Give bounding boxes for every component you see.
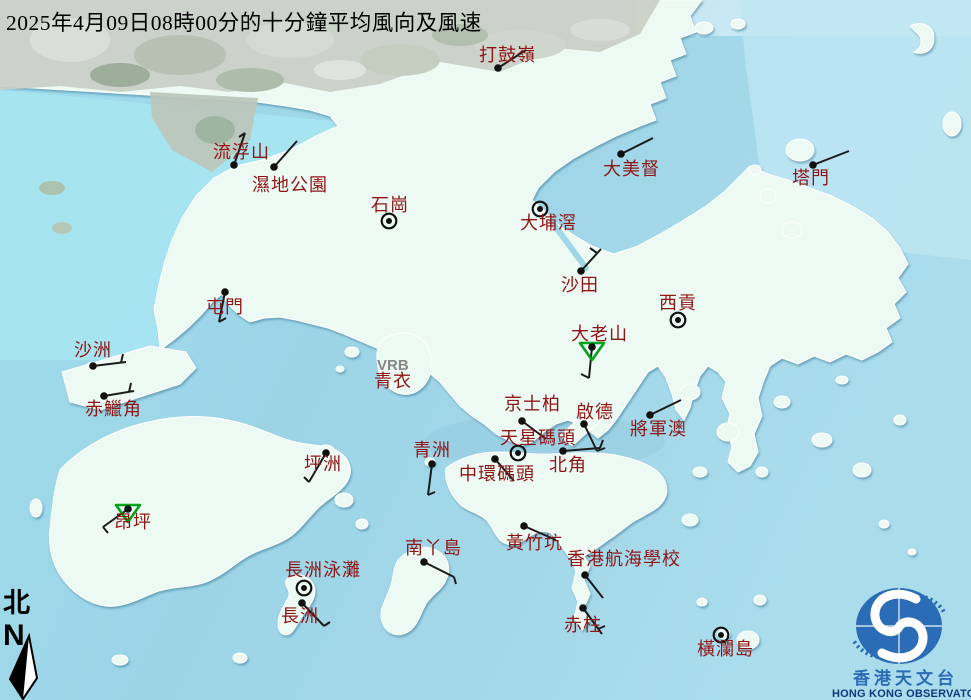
station-label-cheung-chau: 長洲: [281, 606, 319, 626]
station-dot-icon: [537, 206, 543, 212]
station-dot-icon: [577, 267, 585, 275]
station-label-green-island: 青洲: [413, 440, 451, 460]
station-label-chek-lap-kok: 赤鱲角: [85, 399, 142, 419]
station-dot-icon: [221, 288, 229, 296]
station-label-north-point: 北角: [549, 455, 587, 475]
station-dot-icon: [89, 362, 97, 370]
hko-name-chinese: 香港天文台: [853, 668, 958, 688]
station-dot-icon: [579, 604, 587, 612]
station-dot-icon: [270, 163, 278, 171]
station-label-sha-tin: 沙田: [561, 275, 599, 295]
station-dot-icon: [491, 455, 499, 463]
station-label-wong-chuk-hang: 黃竹坑: [506, 533, 563, 553]
station-dot-icon: [420, 558, 428, 566]
station-label-tates-cairn: 大老山: [571, 324, 628, 344]
wind-map-screen: 打鼓嶺流浮山濕地公園石崗 大美督大埔滘 塔門沙田屯門 西貢沙洲 大老山赤鱲角 京士柏啟德將…: [0, 0, 971, 700]
north-hanzi: 北: [3, 588, 30, 618]
station-dot-icon: [718, 632, 724, 638]
station-dot-icon: [230, 161, 238, 169]
map-title: 2025年4月09日08時00分的十分鐘平均風向及風速: [6, 6, 482, 37]
north-letter: N: [3, 619, 25, 652]
station-label-tseung-kwan-o: 將軍澳: [630, 419, 687, 439]
station-label-tai-po-kau: 大埔滘: [520, 213, 577, 233]
station-label-sai-kung: 西貢: [659, 293, 697, 313]
station-dot-icon: [520, 522, 528, 530]
station-dot-icon: [515, 450, 521, 456]
station-label-tsing-yi: 青衣: [374, 371, 412, 391]
station-label-ta-kwu-ling: 打鼓嶺: [479, 45, 536, 65]
hong-kong-map: 打鼓嶺流浮山濕地公園石崗 大美督大埔滘 塔門沙田屯門 西貢沙洲 大老山赤鱲角 京士柏啟德將…: [0, 0, 971, 700]
station-dot-icon: [675, 317, 681, 323]
station-label-lamma-island: 南丫島: [405, 538, 462, 558]
hko-name-english: HONG KONG OBSERVATORY: [832, 688, 971, 700]
station-label-ngong-ping: 昂坪: [114, 512, 152, 532]
station-label-kings-park: 京士柏: [504, 394, 561, 414]
station-label-sha-chau: 沙洲: [74, 340, 112, 360]
station-dot-icon: [494, 64, 502, 72]
station-dot-icon: [646, 411, 654, 419]
station-dot-icon: [581, 571, 589, 579]
station-label-tuen-mun: 屯門: [206, 297, 244, 317]
station-dot-icon: [428, 460, 436, 468]
station-label-cheung-chau-beach: 長洲泳灘: [285, 560, 361, 580]
station-dot-icon: [617, 150, 625, 158]
station-dot-icon: [301, 585, 307, 591]
station-label-central-pier: 中環碼頭: [459, 464, 535, 484]
station-label-lau-fau-shan: 流浮山: [213, 142, 270, 162]
station-dot-icon: [518, 417, 526, 425]
station-label-tai-mei-tuk: 大美督: [603, 159, 660, 179]
station-label-kai-tak: 啟德: [576, 402, 614, 422]
station-dot-icon: [386, 218, 392, 224]
station-dot-icon: [588, 343, 596, 351]
station-label-peng-chau: 坪洲: [304, 454, 342, 474]
station-label-shek-kong: 石崗: [371, 195, 409, 215]
station-tsing-yi: VRB 青衣: [374, 357, 412, 391]
station-label-hk-sea-school: 香港航海學校: [567, 549, 681, 569]
station-label-stanley: 赤柱: [564, 615, 602, 635]
station-label-waglan-island: 橫瀾島: [697, 639, 754, 659]
station-dot-icon: [559, 447, 567, 455]
station-label-tap-mun: 塔門: [792, 168, 830, 188]
station-label-wetland-park: 濕地公園: [252, 175, 328, 195]
station-label-star-ferry: 天星碼頭: [500, 428, 576, 448]
